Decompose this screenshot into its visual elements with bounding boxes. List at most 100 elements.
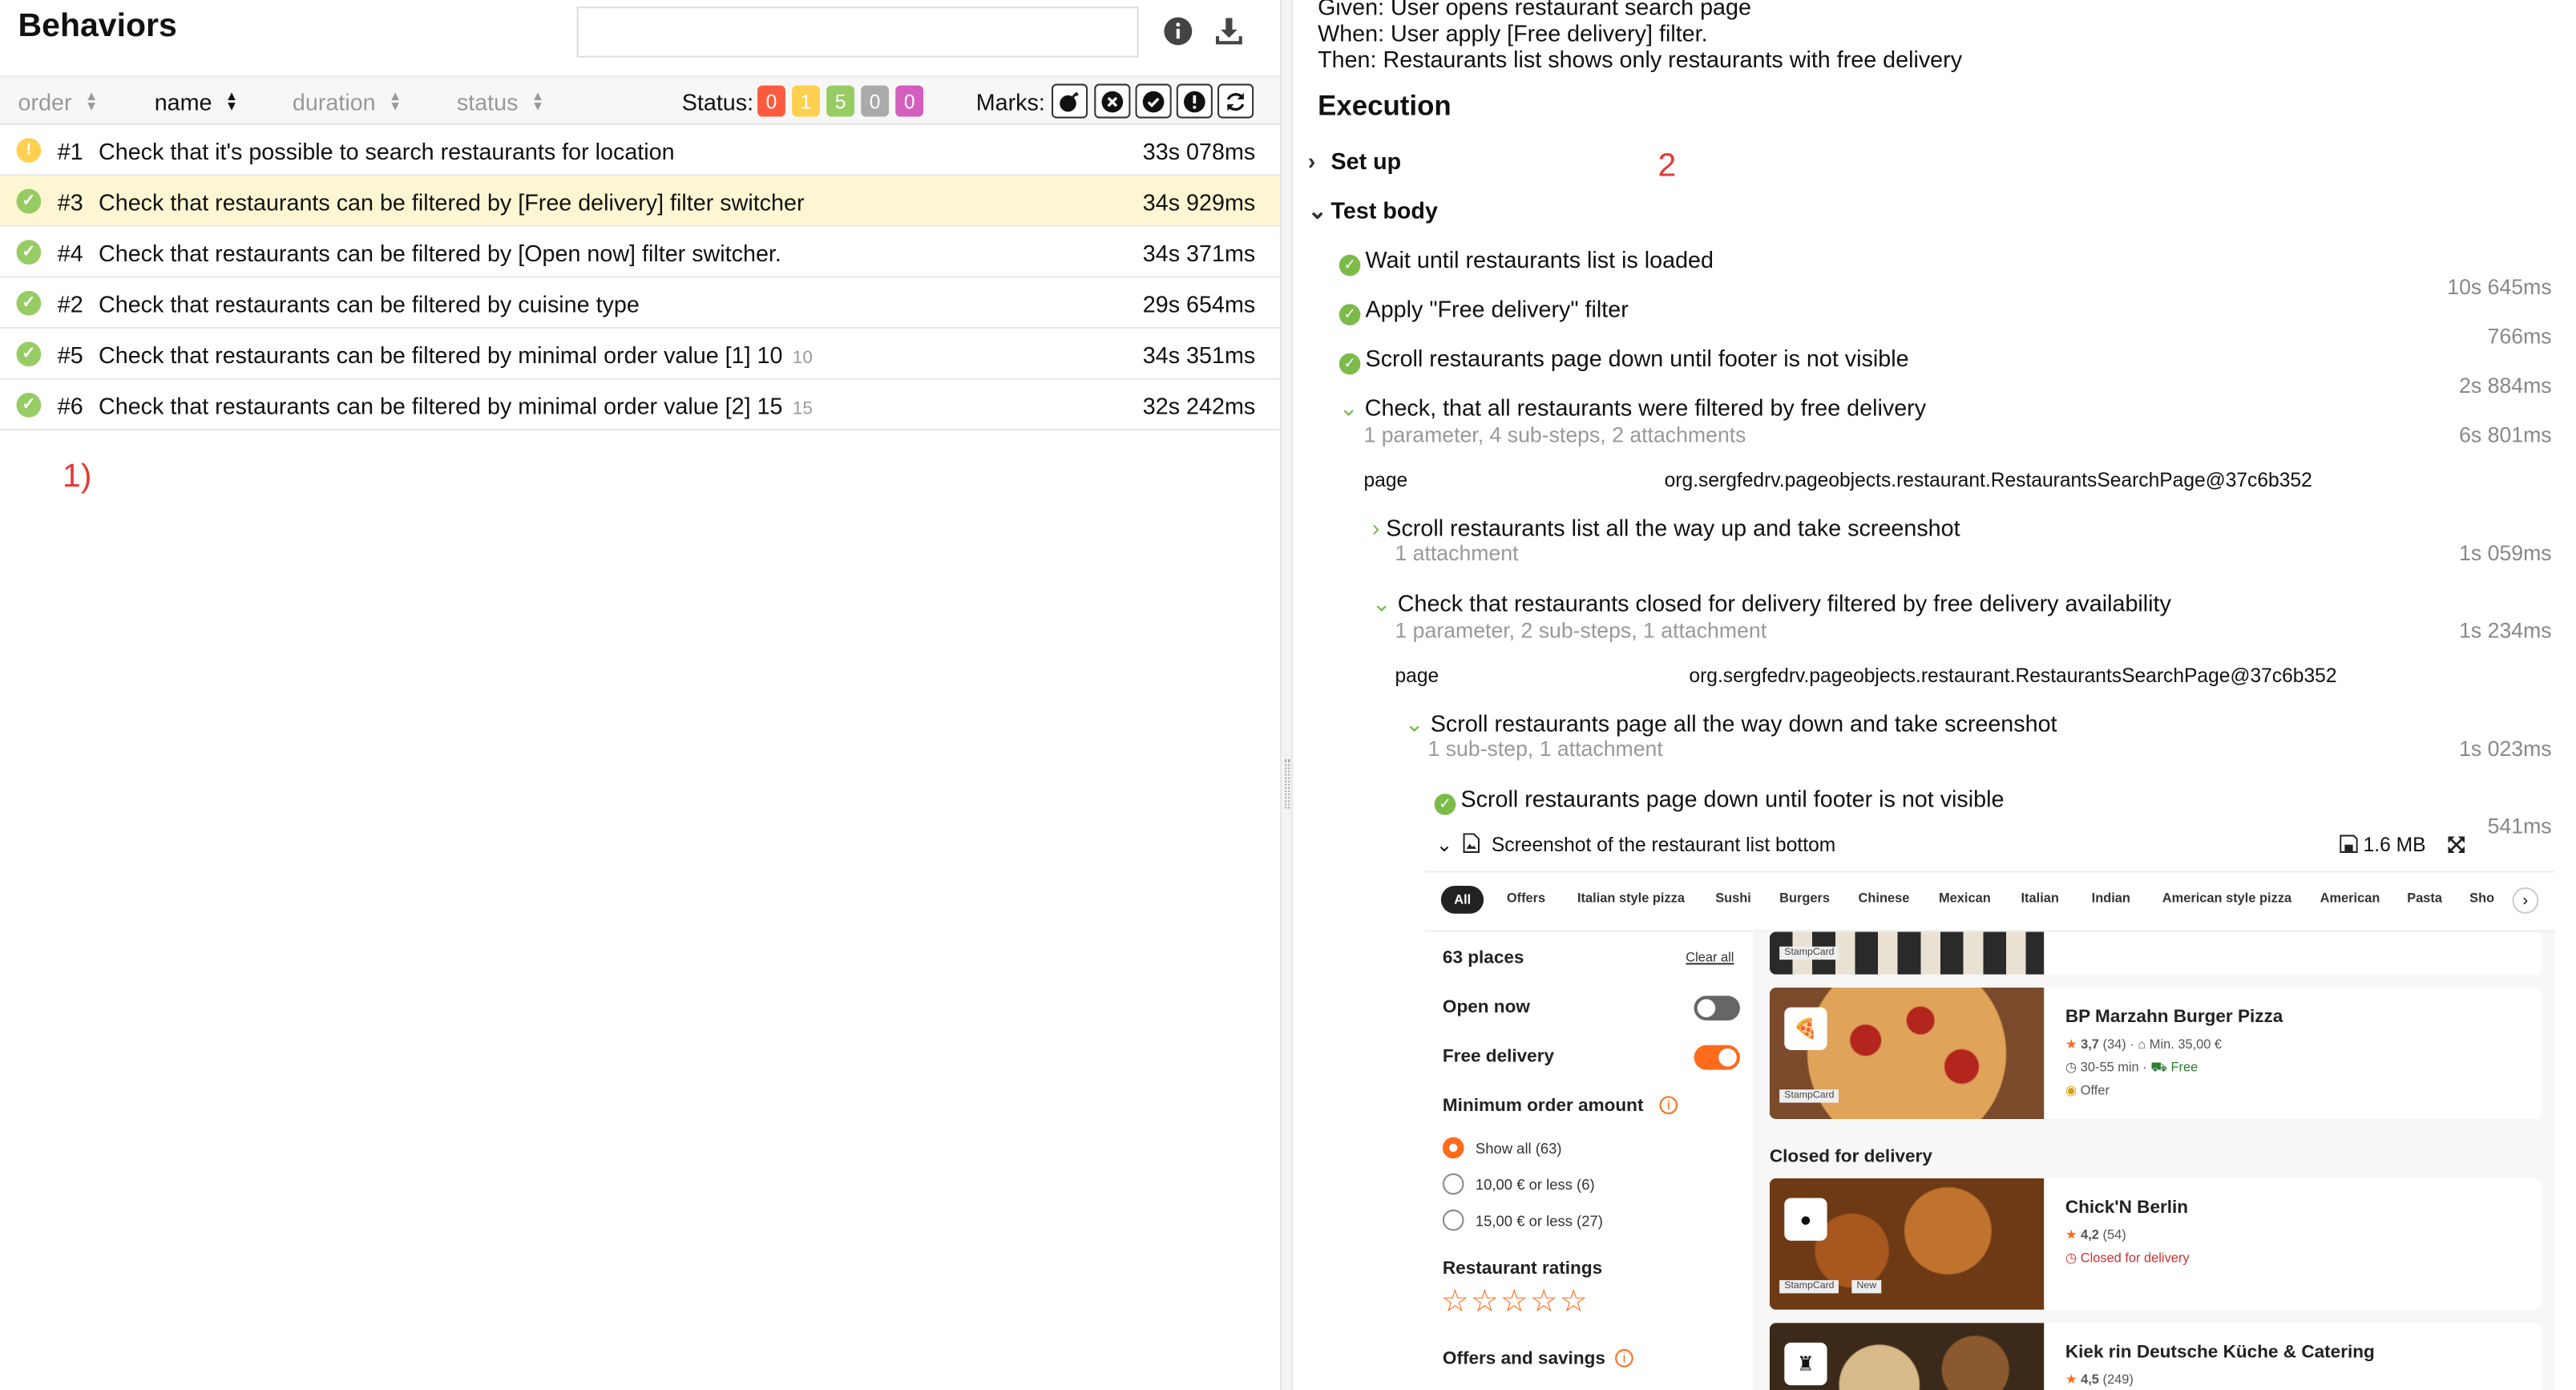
sort-status[interactable]: status ▲ ▼ — [457, 89, 544, 115]
step-time: 1s 059ms — [2459, 540, 2552, 566]
column-status-label: status — [456, 88, 519, 115]
chevron-down-icon: ⌄ — [1404, 709, 1424, 737]
status-unknown-toggle[interactable]: 0 — [895, 85, 924, 117]
chevron-down-icon: ⌄ — [1371, 589, 1391, 616]
broken-status-icon: ! — [16, 138, 42, 163]
step-summary: 1 attachment — [1395, 540, 1519, 566]
sort-arrows-icon: ▲ ▼ — [224, 88, 239, 114]
passed-status-icon: ✓ — [16, 392, 42, 418]
info-button[interactable] — [1160, 13, 1196, 49]
status-passed-toggle[interactable]: 5 — [826, 85, 854, 117]
step-wait[interactable]: ✓ Wait until restaurants list is loaded — [1338, 247, 1714, 277]
table-row[interactable]: ✓ #2 Check that restaurants can be filte… — [0, 277, 1280, 329]
restaurant-logo-icon: 🍕 — [1784, 1007, 1827, 1050]
row-duration: 33s 078ms — [1142, 138, 1256, 164]
attachment-label: Screenshot of the restaurant list bottom — [1491, 833, 1836, 857]
step-inner-scroll[interactable]: ✓ Scroll restaurants page down until foot… — [1434, 786, 2004, 815]
chip: Offers — [1506, 891, 1546, 906]
given-line: Given: User opens restaurant search page — [1318, 0, 1751, 20]
splitter-grip-icon[interactable] — [1285, 759, 1290, 809]
execution-title: Execution — [1318, 90, 1452, 122]
step-time: 2s 884ms — [2459, 373, 2552, 398]
param-value: org.sergfedrv.pageobjects.restaurant.Res… — [1689, 664, 2337, 687]
rating-count: (249) — [2102, 1372, 2134, 1388]
step-label: Check, that all restaurants were filtere… — [1364, 394, 1927, 421]
bike-icon: ⛟ — [2150, 1060, 2167, 1075]
row-name-wrap: Check that restaurants can be filtered b… — [99, 341, 813, 368]
radio — [1442, 1173, 1464, 1195]
table-row-selected[interactable]: ✓ #3 Check that restaurants can be filte… — [0, 176, 1280, 227]
table-row[interactable]: ✓ #6 Check that restaurants can be filte… — [0, 380, 1280, 431]
step-summary: 1 parameter, 4 sub-steps, 2 attachments — [1363, 422, 1746, 447]
sort-duration[interactable]: duration ▲ ▼ — [293, 89, 402, 115]
info-icon: i — [1615, 1349, 1633, 1368]
mark-flaky-button[interactable] — [1052, 83, 1088, 119]
clear-all-link: Clear all — [1686, 949, 1734, 965]
row-name-wrap: Check that restaurants can be filtered b… — [99, 393, 813, 419]
marks-filter-label: Marks: — [975, 88, 1045, 115]
info-icon: i — [1659, 1096, 1678, 1114]
setup-toggle[interactable]: › Set up — [1308, 148, 1401, 175]
sort-order[interactable]: order ▲ ▼ — [18, 89, 99, 115]
places-count: 63 places — [1442, 948, 1524, 968]
step-time: 10s 645ms — [2447, 274, 2552, 300]
step-scrolldown[interactable]: ⌄ Scroll restaurants page all the way do… — [1405, 710, 2057, 738]
download-icon — [1216, 18, 1242, 45]
stampcard-tag: StampCard — [1779, 1089, 1839, 1103]
row-duration: 34s 371ms — [1142, 240, 1256, 267]
retries-icon — [1226, 91, 1245, 111]
new-tag: New — [1851, 1279, 1882, 1294]
restaurant-card: 🍕 StampCard BP Marzahn Burger Pizza ★ 3,… — [1769, 988, 2542, 1120]
status-failed-toggle[interactable]: 0 — [757, 85, 785, 117]
mark-new-failed-button[interactable] — [1094, 83, 1131, 119]
restaurant-card: ♜ Kiek rin Deutsche Küche & Catering ★ 4… — [1769, 1323, 2542, 1390]
table-row[interactable]: ✓ #4 Check that restaurants can be filte… — [0, 227, 1280, 278]
step-closed[interactable]: ⌄ Check that restaurants closed for deli… — [1372, 590, 2171, 618]
check-circle-icon: ✓ — [1338, 353, 1361, 375]
search-input[interactable] — [576, 6, 1139, 58]
stampcard-tag: StampCard — [1779, 946, 1839, 960]
mark-retries-button[interactable] — [1217, 83, 1254, 119]
save-icon — [2340, 834, 2358, 853]
step-apply[interactable]: ✓ Apply "Free delivery" filter — [1338, 296, 1629, 325]
chevron-right-icon: › — [1371, 514, 1380, 541]
restaurant-name: BP Marzahn Burger Pizza — [2065, 1007, 2283, 1028]
offers-label: Offers and savings — [1442, 1349, 1605, 1369]
star-icon: ★ — [2065, 1372, 2077, 1388]
step-scrollup[interactable]: › Scroll restaurants list all the way up… — [1372, 515, 1960, 541]
star-icon: ★ — [2065, 1227, 2077, 1243]
info-icon — [1164, 17, 1193, 46]
closed-label: Closed for delivery — [2080, 1251, 2190, 1266]
restaurant-name: Kiek rin Deutsche Küche & Catering — [2065, 1342, 2375, 1363]
step-time: 1s 023ms — [2459, 736, 2552, 762]
expand-button[interactable] — [2446, 833, 2466, 863]
param-name: page — [1363, 468, 1408, 491]
mark-new-passed-button[interactable] — [1135, 83, 1172, 119]
chip: Italian — [2021, 891, 2059, 906]
filter-sidebar: 63 places Clear all Open now Free delive… — [1424, 931, 1754, 1390]
delivery-time: 30-55 min — [2080, 1060, 2139, 1075]
status-skipped-toggle[interactable]: 0 — [861, 85, 890, 117]
status-filter-label: Status: — [681, 88, 754, 115]
step-summary: 1 parameter, 2 sub-steps, 1 attachment — [1395, 617, 1767, 643]
description: Given: User opens restaurant search page… — [1318, 0, 1962, 72]
step-time: 1s 234ms — [2459, 617, 2552, 643]
table-row[interactable]: ✓ #5 Check that restaurants can be filte… — [0, 329, 1280, 380]
restaurant-logo-icon: ● — [1784, 1198, 1827, 1241]
attachment-toggle[interactable]: ⌄ Screenshot of the restaurant list bott… — [1436, 833, 1836, 857]
row-name: Check that restaurants can be filtered b… — [99, 240, 781, 267]
row-name: Check that restaurants can be filtered b… — [99, 290, 640, 317]
table-row[interactable]: ! #1 Check that it's possible to search … — [0, 125, 1280, 176]
chip-all: All — [1440, 885, 1484, 914]
download-button[interactable] — [1211, 13, 1247, 49]
annotation-2: 2 — [1657, 147, 1677, 184]
testbody-toggle[interactable]: ⌄ Test body — [1308, 197, 1438, 225]
step-check[interactable]: ⌄ Check, that all restaurants were filte… — [1339, 394, 1926, 422]
sort-name[interactable]: name ▲ ▼ — [155, 89, 238, 115]
status-broken-toggle[interactable]: 1 — [792, 85, 820, 117]
step-scroll[interactable]: ✓ Scroll restaurants page down until foot… — [1338, 345, 1909, 375]
mark-new-broken-button[interactable] — [1176, 83, 1213, 119]
column-name-label: name — [154, 88, 212, 115]
row-number: #2 — [57, 290, 83, 317]
pane-splitter[interactable] — [1279, 0, 1294, 1390]
